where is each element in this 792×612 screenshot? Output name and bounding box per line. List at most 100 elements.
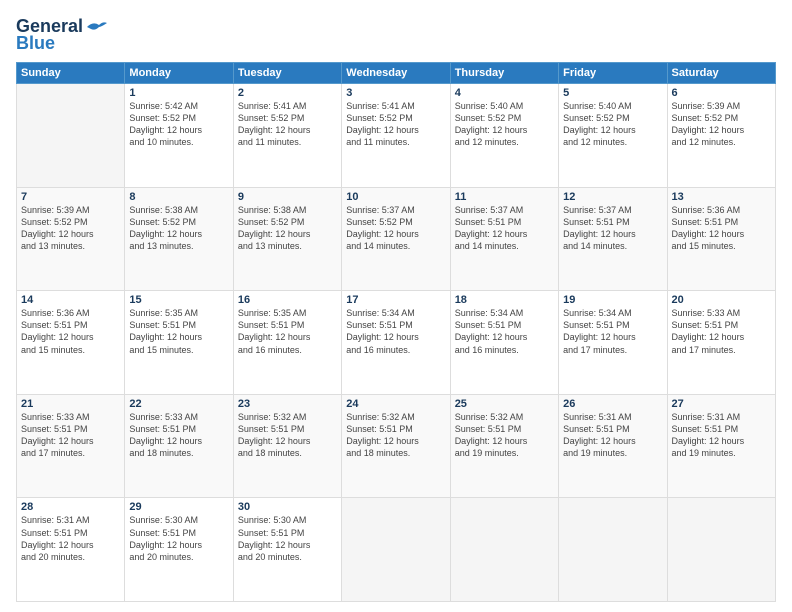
calendar-cell <box>559 498 667 602</box>
calendar-cell: 7Sunrise: 5:39 AM Sunset: 5:52 PM Daylig… <box>17 187 125 291</box>
calendar-cell: 5Sunrise: 5:40 AM Sunset: 5:52 PM Daylig… <box>559 84 667 188</box>
calendar-cell: 13Sunrise: 5:36 AM Sunset: 5:51 PM Dayli… <box>667 187 775 291</box>
day-number: 10 <box>346 191 445 203</box>
day-number: 15 <box>129 294 228 306</box>
calendar-cell: 27Sunrise: 5:31 AM Sunset: 5:51 PM Dayli… <box>667 394 775 498</box>
day-info: Sunrise: 5:40 AM Sunset: 5:52 PM Dayligh… <box>563 100 662 149</box>
day-info: Sunrise: 5:34 AM Sunset: 5:51 PM Dayligh… <box>346 307 445 356</box>
calendar-header-row: SundayMondayTuesdayWednesdayThursdayFrid… <box>17 63 776 84</box>
day-number: 7 <box>21 191 120 203</box>
calendar-cell: 17Sunrise: 5:34 AM Sunset: 5:51 PM Dayli… <box>342 291 450 395</box>
calendar-cell: 19Sunrise: 5:34 AM Sunset: 5:51 PM Dayli… <box>559 291 667 395</box>
day-info: Sunrise: 5:32 AM Sunset: 5:51 PM Dayligh… <box>455 411 554 460</box>
calendar-cell: 8Sunrise: 5:38 AM Sunset: 5:52 PM Daylig… <box>125 187 233 291</box>
calendar-week-1: 1Sunrise: 5:42 AM Sunset: 5:52 PM Daylig… <box>17 84 776 188</box>
calendar-cell: 25Sunrise: 5:32 AM Sunset: 5:51 PM Dayli… <box>450 394 558 498</box>
day-info: Sunrise: 5:33 AM Sunset: 5:51 PM Dayligh… <box>21 411 120 460</box>
day-number: 1 <box>129 87 228 99</box>
day-info: Sunrise: 5:33 AM Sunset: 5:51 PM Dayligh… <box>672 307 771 356</box>
day-info: Sunrise: 5:40 AM Sunset: 5:52 PM Dayligh… <box>455 100 554 149</box>
calendar-week-2: 7Sunrise: 5:39 AM Sunset: 5:52 PM Daylig… <box>17 187 776 291</box>
calendar-cell: 14Sunrise: 5:36 AM Sunset: 5:51 PM Dayli… <box>17 291 125 395</box>
day-info: Sunrise: 5:31 AM Sunset: 5:51 PM Dayligh… <box>563 411 662 460</box>
day-header-tuesday: Tuesday <box>233 63 341 84</box>
day-info: Sunrise: 5:30 AM Sunset: 5:51 PM Dayligh… <box>238 514 337 563</box>
calendar-cell: 10Sunrise: 5:37 AM Sunset: 5:52 PM Dayli… <box>342 187 450 291</box>
day-header-saturday: Saturday <box>667 63 775 84</box>
calendar-cell: 3Sunrise: 5:41 AM Sunset: 5:52 PM Daylig… <box>342 84 450 188</box>
calendar-cell: 24Sunrise: 5:32 AM Sunset: 5:51 PM Dayli… <box>342 394 450 498</box>
day-info: Sunrise: 5:37 AM Sunset: 5:51 PM Dayligh… <box>455 204 554 253</box>
calendar-cell: 12Sunrise: 5:37 AM Sunset: 5:51 PM Dayli… <box>559 187 667 291</box>
calendar-cell: 28Sunrise: 5:31 AM Sunset: 5:51 PM Dayli… <box>17 498 125 602</box>
day-number: 4 <box>455 87 554 99</box>
day-header-monday: Monday <box>125 63 233 84</box>
day-number: 3 <box>346 87 445 99</box>
day-number: 23 <box>238 398 337 410</box>
day-info: Sunrise: 5:35 AM Sunset: 5:51 PM Dayligh… <box>238 307 337 356</box>
day-number: 29 <box>129 501 228 513</box>
header: General Blue <box>16 16 776 54</box>
day-number: 8 <box>129 191 228 203</box>
day-number: 28 <box>21 501 120 513</box>
page: General Blue SundayMondayTuesdayWednesda… <box>0 0 792 612</box>
day-info: Sunrise: 5:34 AM Sunset: 5:51 PM Dayligh… <box>563 307 662 356</box>
calendar: SundayMondayTuesdayWednesdayThursdayFrid… <box>16 62 776 602</box>
day-number: 25 <box>455 398 554 410</box>
day-number: 24 <box>346 398 445 410</box>
day-info: Sunrise: 5:31 AM Sunset: 5:51 PM Dayligh… <box>21 514 120 563</box>
day-info: Sunrise: 5:36 AM Sunset: 5:51 PM Dayligh… <box>672 204 771 253</box>
day-info: Sunrise: 5:38 AM Sunset: 5:52 PM Dayligh… <box>129 204 228 253</box>
day-info: Sunrise: 5:39 AM Sunset: 5:52 PM Dayligh… <box>21 204 120 253</box>
calendar-cell: 23Sunrise: 5:32 AM Sunset: 5:51 PM Dayli… <box>233 394 341 498</box>
calendar-cell: 20Sunrise: 5:33 AM Sunset: 5:51 PM Dayli… <box>667 291 775 395</box>
day-number: 5 <box>563 87 662 99</box>
day-info: Sunrise: 5:36 AM Sunset: 5:51 PM Dayligh… <box>21 307 120 356</box>
day-number: 2 <box>238 87 337 99</box>
day-info: Sunrise: 5:32 AM Sunset: 5:51 PM Dayligh… <box>238 411 337 460</box>
calendar-cell: 22Sunrise: 5:33 AM Sunset: 5:51 PM Dayli… <box>125 394 233 498</box>
logo-blue: Blue <box>16 33 55 54</box>
calendar-cell <box>450 498 558 602</box>
day-number: 12 <box>563 191 662 203</box>
day-info: Sunrise: 5:41 AM Sunset: 5:52 PM Dayligh… <box>238 100 337 149</box>
calendar-cell: 11Sunrise: 5:37 AM Sunset: 5:51 PM Dayli… <box>450 187 558 291</box>
day-info: Sunrise: 5:38 AM Sunset: 5:52 PM Dayligh… <box>238 204 337 253</box>
day-number: 6 <box>672 87 771 99</box>
calendar-cell: 1Sunrise: 5:42 AM Sunset: 5:52 PM Daylig… <box>125 84 233 188</box>
calendar-cell: 30Sunrise: 5:30 AM Sunset: 5:51 PM Dayli… <box>233 498 341 602</box>
calendar-cell: 26Sunrise: 5:31 AM Sunset: 5:51 PM Dayli… <box>559 394 667 498</box>
day-info: Sunrise: 5:37 AM Sunset: 5:51 PM Dayligh… <box>563 204 662 253</box>
day-number: 30 <box>238 501 337 513</box>
day-number: 18 <box>455 294 554 306</box>
logo: General Blue <box>16 16 107 54</box>
calendar-cell: 29Sunrise: 5:30 AM Sunset: 5:51 PM Dayli… <box>125 498 233 602</box>
day-info: Sunrise: 5:31 AM Sunset: 5:51 PM Dayligh… <box>672 411 771 460</box>
day-number: 14 <box>21 294 120 306</box>
day-number: 17 <box>346 294 445 306</box>
day-number: 27 <box>672 398 771 410</box>
calendar-week-5: 28Sunrise: 5:31 AM Sunset: 5:51 PM Dayli… <box>17 498 776 602</box>
day-info: Sunrise: 5:41 AM Sunset: 5:52 PM Dayligh… <box>346 100 445 149</box>
calendar-cell <box>17 84 125 188</box>
calendar-cell: 2Sunrise: 5:41 AM Sunset: 5:52 PM Daylig… <box>233 84 341 188</box>
calendar-cell <box>667 498 775 602</box>
calendar-cell: 6Sunrise: 5:39 AM Sunset: 5:52 PM Daylig… <box>667 84 775 188</box>
calendar-cell <box>342 498 450 602</box>
calendar-cell: 21Sunrise: 5:33 AM Sunset: 5:51 PM Dayli… <box>17 394 125 498</box>
day-info: Sunrise: 5:39 AM Sunset: 5:52 PM Dayligh… <box>672 100 771 149</box>
day-number: 13 <box>672 191 771 203</box>
calendar-cell: 9Sunrise: 5:38 AM Sunset: 5:52 PM Daylig… <box>233 187 341 291</box>
calendar-cell: 4Sunrise: 5:40 AM Sunset: 5:52 PM Daylig… <box>450 84 558 188</box>
logo-bird-icon <box>85 19 107 35</box>
day-number: 21 <box>21 398 120 410</box>
day-number: 11 <box>455 191 554 203</box>
day-info: Sunrise: 5:32 AM Sunset: 5:51 PM Dayligh… <box>346 411 445 460</box>
day-number: 26 <box>563 398 662 410</box>
day-number: 20 <box>672 294 771 306</box>
day-header-wednesday: Wednesday <box>342 63 450 84</box>
day-header-friday: Friday <box>559 63 667 84</box>
day-number: 16 <box>238 294 337 306</box>
day-info: Sunrise: 5:33 AM Sunset: 5:51 PM Dayligh… <box>129 411 228 460</box>
day-header-sunday: Sunday <box>17 63 125 84</box>
